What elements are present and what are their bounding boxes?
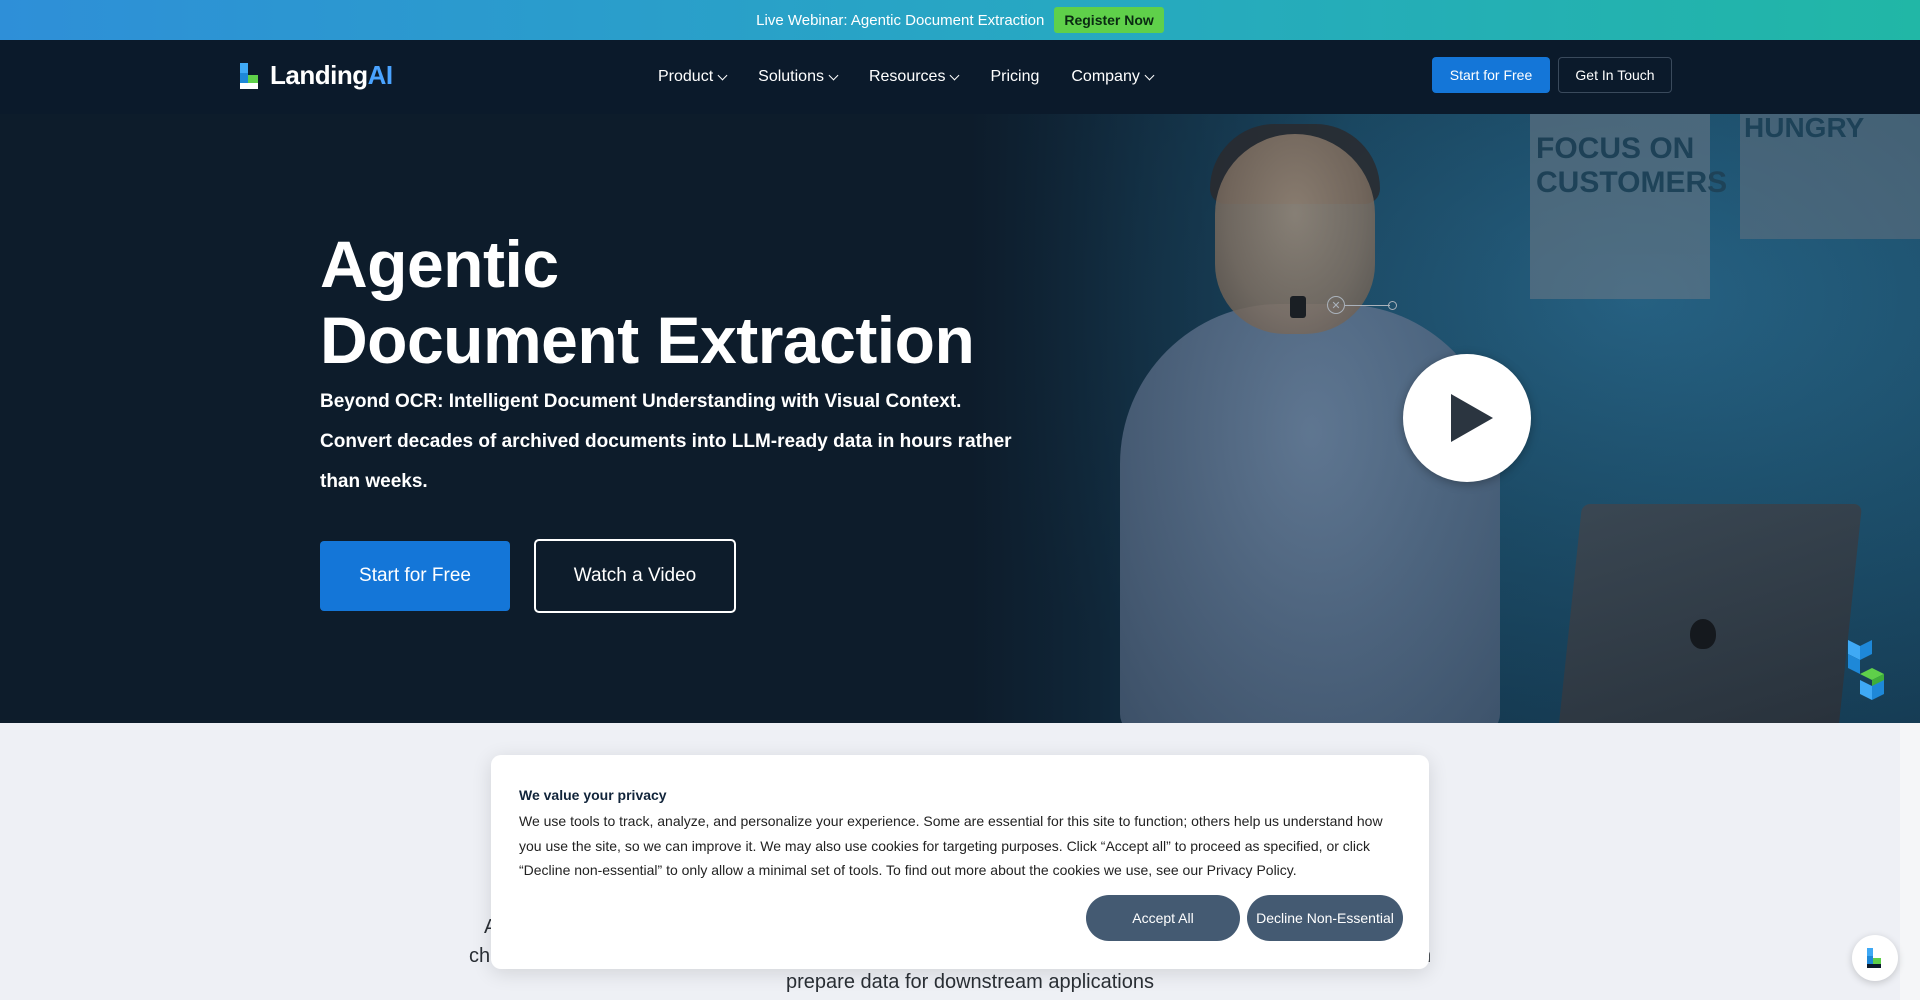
- banner-text: Live Webinar: Agentic Document Extractio…: [756, 11, 1045, 29]
- hero-section: FOCUS ON CUSTOMERS HUNGRY ✕ Agentic Docu…: [0, 114, 1920, 723]
- play-icon: [1451, 394, 1493, 442]
- chevron-down-icon: [1144, 70, 1155, 80]
- hotspot-line: [1345, 305, 1390, 306]
- get-in-touch-button[interactable]: Get In Touch: [1558, 57, 1672, 93]
- logo[interactable]: LandingAI: [238, 60, 393, 91]
- accept-all-button[interactable]: Accept All: [1086, 895, 1240, 941]
- wall-poster: FOCUS ON CUSTOMERS: [1530, 114, 1727, 299]
- hero-start-free-button[interactable]: Start for Free: [320, 541, 510, 611]
- chat-launcher-button[interactable]: [1852, 935, 1898, 981]
- nav-item-solutions[interactable]: Solutions: [758, 68, 839, 86]
- decline-non-essential-button[interactable]: Decline Non-Essential: [1247, 895, 1403, 941]
- nav-item-company[interactable]: Company: [1071, 68, 1155, 86]
- register-now-button[interactable]: Register Now: [1054, 7, 1164, 33]
- hotspot-dot: [1388, 301, 1397, 310]
- cookie-title: We value your privacy: [519, 787, 667, 803]
- hero-title: Agentic Document Extraction: [320, 227, 975, 377]
- close-icon[interactable]: ✕: [1327, 296, 1345, 314]
- main-nav: LandingAI Product Solutions Resources Pr…: [0, 40, 1920, 114]
- intro-text-fragment: ch: [469, 945, 491, 967]
- microphone-icon: [1290, 296, 1306, 318]
- nav-menu: Product Solutions Resources Pricing Comp…: [658, 40, 1185, 114]
- scrollbar[interactable]: [1900, 723, 1920, 1000]
- wall-poster: HUNGRY: [1740, 114, 1920, 239]
- chevron-down-icon: [950, 70, 960, 80]
- nav-item-resources[interactable]: Resources: [869, 68, 960, 86]
- apple-logo-icon: [1690, 619, 1716, 649]
- hero-subtitle: Beyond OCR: Intelligent Document Underst…: [320, 391, 1012, 492]
- watch-video-button[interactable]: Watch a Video: [534, 539, 736, 613]
- cookie-consent-dialog: We value your privacy We use tools to tr…: [491, 755, 1429, 969]
- laptop-image: [1557, 504, 1863, 723]
- cookie-body: We use tools to track, analyze, and pers…: [519, 813, 1383, 878]
- webinar-banner: Live Webinar: Agentic Document Extractio…: [0, 0, 1920, 40]
- chevron-down-icon: [828, 70, 839, 80]
- intro-text: prepare data for downstream applications: [786, 971, 1154, 993]
- nav-start-free-button[interactable]: Start for Free: [1432, 57, 1550, 93]
- landingai-chat-icon: [1867, 948, 1881, 968]
- chevron-down-icon: [717, 70, 728, 80]
- landingai-logo-icon: [240, 62, 258, 89]
- play-video-button[interactable]: [1403, 354, 1531, 482]
- logo-text: LandingAI: [270, 60, 393, 90]
- cube-decoration-icon: [1848, 640, 1884, 700]
- nav-item-pricing[interactable]: Pricing: [990, 68, 1039, 86]
- nav-item-product[interactable]: Product: [658, 68, 728, 86]
